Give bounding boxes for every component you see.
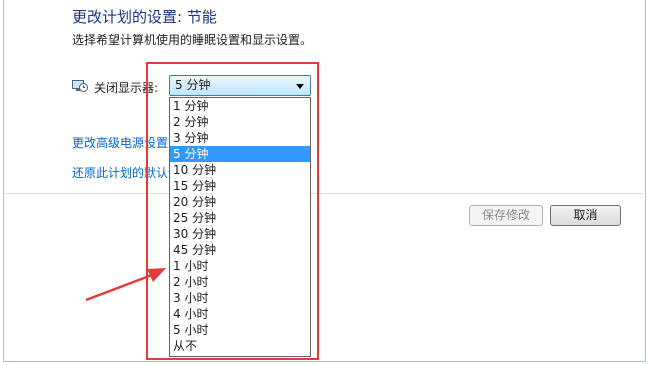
cancel-button[interactable]: 取消 — [550, 205, 621, 226]
dropdown-option[interactable]: 3 分钟 — [170, 130, 310, 146]
window-frame — [3, 0, 646, 362]
dropdown-option[interactable]: 30 分钟 — [170, 226, 310, 242]
dropdown-option[interactable]: 45 分钟 — [170, 242, 310, 258]
turn-off-display-label: 关闭显示器: — [94, 81, 159, 95]
dropdown-option[interactable]: 2 小时 — [170, 274, 310, 290]
page-title: 更改计划的设置: 节能 — [72, 8, 217, 26]
dropdown-option[interactable]: 3 小时 — [170, 290, 310, 306]
dropdown-option[interactable]: 1 分钟 — [170, 98, 310, 114]
monitor-clock-icon — [72, 80, 88, 92]
chevron-down-icon — [296, 84, 304, 89]
dropdown-option[interactable]: 25 分钟 — [170, 210, 310, 226]
dropdown-option[interactable]: 5 分钟 — [170, 146, 310, 162]
dropdown-option[interactable]: 5 小时 — [170, 322, 310, 338]
divider — [4, 193, 644, 194]
dropdown-option[interactable]: 2 分钟 — [170, 114, 310, 130]
turn-off-display-dropdown-list: 1 分钟 2 分钟 3 分钟 5 分钟 10 分钟 15 分钟 20 分钟 25 分钟 30 分… — [169, 97, 311, 357]
dropdown-option[interactable]: 4 小时 — [170, 306, 310, 322]
dropdown-option[interactable]: 10 分钟 — [170, 162, 310, 178]
turn-off-display-select[interactable]: 5 分钟 — [169, 75, 311, 96]
dropdown-option[interactable]: 1 小时 — [170, 258, 310, 274]
restore-defaults-link[interactable]: 还原此计划的默认设 — [72, 164, 180, 181]
select-value: 5 分钟 — [175, 78, 211, 92]
dropdown-option[interactable]: 15 分钟 — [170, 178, 310, 194]
advanced-power-settings-link[interactable]: 更改高级电源设置(C — [72, 134, 181, 151]
page-subtitle: 选择希望计算机使用的睡眠设置和显示设置。 — [72, 33, 313, 47]
dropdown-option[interactable]: 20 分钟 — [170, 194, 310, 210]
save-changes-button[interactable]: 保存修改 — [469, 205, 543, 226]
dropdown-option[interactable]: 从不 — [170, 338, 310, 354]
